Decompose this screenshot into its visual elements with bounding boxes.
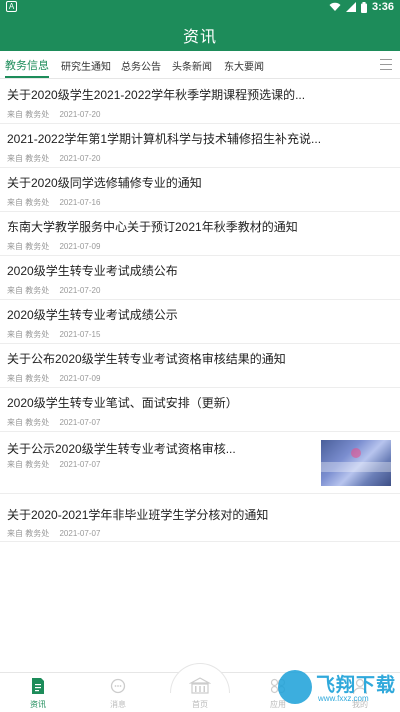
- article-date: 2021-07-16: [59, 198, 101, 207]
- source-name: 教务处: [25, 154, 50, 163]
- source-name: 教务处: [25, 110, 50, 119]
- wifi-icon: [329, 2, 341, 11]
- watermark-emblem: [278, 670, 312, 704]
- category-tabs: 教务信息 研究生通知 总务公告 头条新闻 东大要闻: [0, 51, 400, 79]
- source-label: 来自: [7, 286, 23, 295]
- article-title: 2020级学生转专业考试成绩公布: [7, 264, 178, 278]
- battery-icon: [360, 1, 367, 13]
- clock: 3:36: [371, 1, 394, 13]
- building-icon: [189, 677, 211, 694]
- article-title: 2021-2022学年第1学期计算机科学与技术辅修招生补充说...: [7, 132, 322, 146]
- list-item[interactable]: 2020级学生转专业考试成绩公示 来自 教务处 2021-07-15: [0, 300, 400, 344]
- signal-icon: [345, 2, 356, 12]
- article-meta: 来自 教务处 2021-07-07: [7, 459, 100, 470]
- source-name: 教务处: [25, 374, 50, 383]
- source-name: 教务处: [25, 330, 50, 339]
- list-item[interactable]: 2021-2022学年第1学期计算机科学与技术辅修招生补充说... 来自 教务处…: [0, 124, 400, 168]
- article-date: 2021-07-07: [59, 529, 101, 538]
- article-date: 2021-07-15: [59, 330, 101, 339]
- list-item[interactable]: 东南大学教学服务中心关于预订2021年秋季教材的通知 来自 教务处 2021-0…: [0, 212, 400, 256]
- app-bar: 资讯: [0, 14, 400, 51]
- list-item[interactable]: 2020级学生转专业笔试、面试安排（更新） 来自 教务处 2021-07-07: [0, 388, 400, 432]
- article-date: 2021-07-09: [59, 242, 101, 251]
- source-label: 来自: [7, 374, 23, 383]
- source-name: 教务处: [25, 460, 50, 469]
- article-title: 2020级学生转专业考试成绩公示: [7, 308, 178, 322]
- source-label: 来自: [7, 154, 23, 163]
- article-meta: 来自 教务处 2021-07-20: [7, 109, 100, 120]
- article-meta: 来自 教务处 2021-07-15: [7, 329, 100, 340]
- article-title: 2020级学生转专业笔试、面试安排（更新）: [7, 396, 238, 410]
- article-meta: 来自 教务处 2021-07-09: [7, 373, 100, 384]
- article-meta: 来自 教务处 2021-07-09: [7, 241, 100, 252]
- article-list: 关于2020级学生2021-2022学年秋季学期课程预选课的... 来自 教务处…: [0, 80, 400, 542]
- menu-icon[interactable]: [380, 59, 392, 70]
- source-name: 教务处: [25, 529, 50, 538]
- nav-xiaoxi[interactable]: 消息: [88, 677, 148, 710]
- tab-zongwu[interactable]: 总务公告: [121, 58, 161, 73]
- tab-toutiao[interactable]: 头条新闻: [172, 58, 212, 73]
- article-date: 2021-07-20: [59, 110, 101, 119]
- list-item[interactable]: 2020级学生转专业考试成绩公布 来自 教务处 2021-07-20: [0, 256, 400, 300]
- article-title: 关于2020-2021学年非毕业班学生学分核对的通知: [7, 508, 269, 522]
- list-item[interactable]: 关于2020-2021学年非毕业班学生学分核对的通知 来自 教务处 2021-0…: [0, 494, 400, 542]
- list-item[interactable]: 关于公布2020级学生转专业考试资格审核结果的通知 来自 教务处 2021-07…: [0, 344, 400, 388]
- source-name: 教务处: [25, 198, 50, 207]
- page-title: 资讯: [182, 29, 217, 46]
- source-name: 教务处: [25, 418, 50, 427]
- status-icons: 3:36: [329, 0, 394, 14]
- watermark-logo: 飞翔下载 www.fxxz.com: [278, 668, 396, 708]
- notification-icon: A: [6, 1, 17, 12]
- article-meta: 来自 教务处 2021-07-16: [7, 197, 100, 208]
- nav-zixun[interactable]: 资讯: [8, 677, 68, 710]
- tab-jiaowu[interactable]: 教务信息: [5, 57, 49, 73]
- source-name: 教务处: [25, 286, 50, 295]
- chat-icon: [110, 678, 126, 694]
- nav-shouye[interactable]: 首页: [170, 677, 230, 710]
- active-tab-indicator: [5, 76, 49, 78]
- article-date: 2021-07-20: [59, 154, 101, 163]
- article-title: 关于2020级同学选修辅修专业的通知: [7, 176, 202, 190]
- status-bar: A 3:36: [0, 0, 400, 14]
- article-meta: 来自 教务处 2021-07-07: [7, 528, 100, 539]
- article-title: 关于2020级学生2021-2022学年秋季学期课程预选课的...: [7, 88, 306, 102]
- source-label: 来自: [7, 418, 23, 427]
- tab-yanjiusheng[interactable]: 研究生通知: [61, 58, 111, 73]
- tab-dongda[interactable]: 东大要闻: [224, 58, 264, 73]
- article-date: 2021-07-07: [59, 418, 101, 427]
- article-meta: 来自 教务处 2021-07-07: [7, 417, 100, 428]
- source-label: 来自: [7, 529, 23, 538]
- nav-label: 资讯: [30, 700, 46, 709]
- watermark-url: www.fxxz.com: [318, 694, 369, 703]
- article-thumbnail: [321, 440, 391, 486]
- article-meta: 来自 教务处 2021-07-20: [7, 285, 100, 296]
- article-date: 2021-07-09: [59, 374, 101, 383]
- article-date: 2021-07-20: [59, 286, 101, 295]
- article-title: 关于公示2020级学生转专业考试资格审核...: [7, 442, 236, 456]
- source-label: 来自: [7, 198, 23, 207]
- document-icon: [32, 678, 44, 694]
- article-date: 2021-07-07: [59, 460, 101, 469]
- article-title: 东南大学教学服务中心关于预订2021年秋季教材的通知: [7, 220, 298, 234]
- source-label: 来自: [7, 330, 23, 339]
- nav-label: 消息: [110, 700, 126, 709]
- source-label: 来自: [7, 110, 23, 119]
- source-label: 来自: [7, 460, 23, 469]
- list-item[interactable]: 关于2020级同学选修辅修专业的通知 来自 教务处 2021-07-16: [0, 168, 400, 212]
- article-meta: 来自 教务处 2021-07-20: [7, 153, 100, 164]
- source-label: 来自: [7, 242, 23, 251]
- article-title: 关于公布2020级学生转专业考试资格审核结果的通知: [7, 352, 286, 366]
- watermark-text: 飞翔下载: [316, 675, 397, 696]
- list-item[interactable]: 关于2020级学生2021-2022学年秋季学期课程预选课的... 来自 教务处…: [0, 80, 400, 124]
- source-name: 教务处: [25, 242, 50, 251]
- nav-label: 首页: [192, 700, 208, 709]
- list-item[interactable]: 关于公示2020级学生转专业考试资格审核... 来自 教务处 2021-07-0…: [0, 432, 400, 494]
